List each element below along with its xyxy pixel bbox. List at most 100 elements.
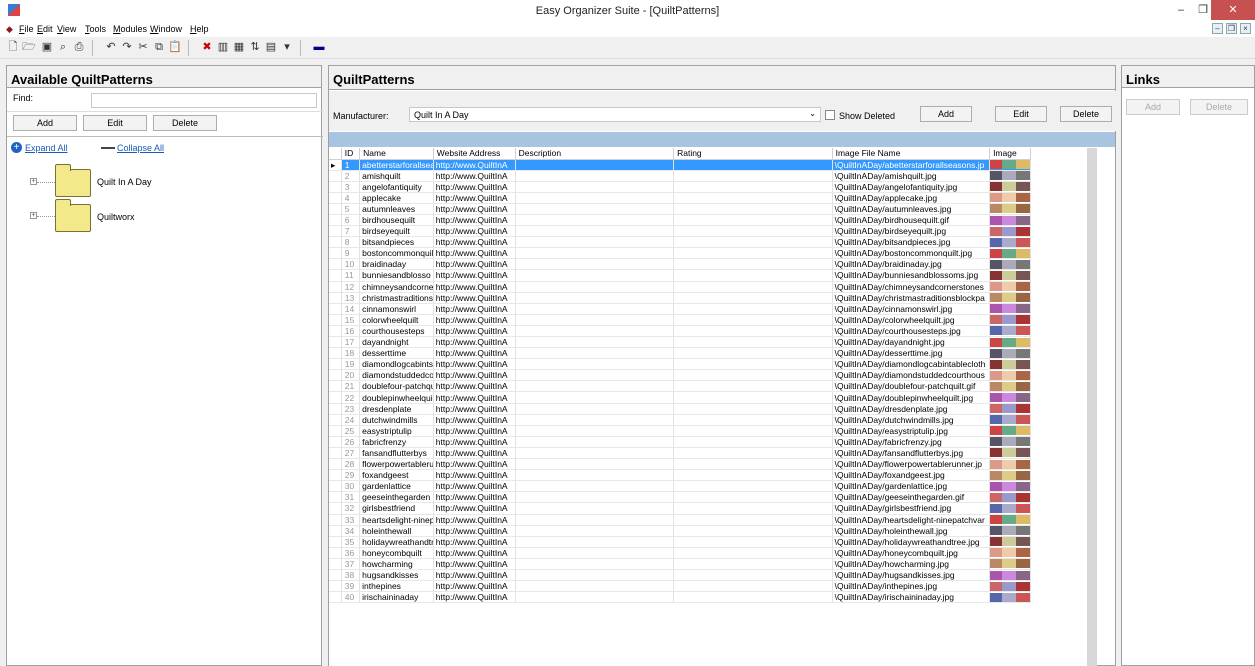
cell-image-file[interactable]: \QuiltInADay/diamondlogcabintablecloth <box>832 358 991 371</box>
cell-id[interactable]: 13 <box>341 292 361 304</box>
cell-name[interactable]: bunniesandblosso <box>359 269 434 282</box>
cell-website[interactable]: http://www.QuiltInA <box>433 325 516 338</box>
table-row[interactable]: 28 flowerpowertableru http://www.QuiltInA \… <box>329 458 1031 471</box>
cell-description[interactable] <box>515 380 675 393</box>
cell-image-file[interactable]: \QuiltInADay/bunniesandblossoms.jpg <box>832 269 991 282</box>
table-row[interactable]: 25 easystriptulip http://www.QuiltInA \Quil… <box>329 425 1031 437</box>
cell-description[interactable] <box>515 469 675 482</box>
cell-website[interactable]: http://www.QuiltInA <box>433 159 516 171</box>
cell-name[interactable]: fabricfrenzy <box>359 436 434 448</box>
left-edit-button[interactable]: Edit <box>83 115 147 131</box>
cell-image-file[interactable]: \QuiltInADay/geeseinthegarden.gif <box>832 491 991 504</box>
menu-view[interactable]: View <box>57 24 76 34</box>
cut-icon[interactable]: ✂ <box>136 40 150 54</box>
cell-id[interactable]: 25 <box>341 425 361 437</box>
cell-image-file[interactable]: \QuiltInADay/heartsdelight-ninepatchvar <box>832 514 991 526</box>
cell-image[interactable] <box>989 247 1031 260</box>
cell-rating[interactable] <box>673 414 833 426</box>
cell-name[interactable]: doublepinwheelquil <box>359 391 434 404</box>
cell-image-file[interactable]: \QuiltInADay/easystriptulip.jpg <box>832 425 991 437</box>
cell-rating[interactable] <box>673 258 833 271</box>
cell-image-file[interactable]: \QuiltInADay/bostoncommonquilt.jpg <box>832 247 991 260</box>
cell-website[interactable]: http://www.QuiltInA <box>433 591 516 604</box>
row-header[interactable] <box>329 425 342 437</box>
row-header[interactable] <box>329 281 342 293</box>
cell-image[interactable] <box>989 425 1031 437</box>
table-row[interactable]: 19 diamondlogcabints http://www.QuiltInA \Q… <box>329 358 1031 371</box>
cell-image[interactable] <box>989 480 1031 493</box>
cell-name[interactable]: amishquilt <box>359 170 434 182</box>
row-header[interactable] <box>329 580 342 593</box>
table-row[interactable]: 7 birdseyequilt http://www.QuiltInA \QuiltI… <box>329 225 1031 238</box>
cell-description[interactable] <box>515 580 675 593</box>
cell-image-file[interactable]: \QuiltInADay/doublefour-patchquilt.gif <box>832 380 991 393</box>
cell-image-file[interactable]: \QuiltInADay/cinnamonswirl.jpg <box>832 303 991 315</box>
cell-name[interactable]: desserttime <box>359 347 434 360</box>
cell-id[interactable]: 15 <box>341 314 361 326</box>
left-add-button[interactable]: Add <box>13 115 77 131</box>
cell-description[interactable] <box>515 247 675 260</box>
row-header[interactable] <box>329 181 342 193</box>
cell-name[interactable]: hugsandkisses <box>359 569 434 582</box>
cell-rating[interactable] <box>673 525 833 537</box>
cell-website[interactable]: http://www.QuiltInA <box>433 236 516 249</box>
menu-file[interactable]: File <box>19 24 34 34</box>
cell-image[interactable] <box>989 336 1031 349</box>
menu-modules[interactable]: Modules <box>113 24 147 34</box>
table-row[interactable]: 16 courthousesteps http://www.QuiltInA \Qui… <box>329 325 1031 338</box>
cell-image-file[interactable]: \QuiltInADay/dayandnight.jpg <box>832 336 991 349</box>
cell-rating[interactable] <box>673 225 833 238</box>
cell-image-file[interactable]: \QuiltInADay/dutchwindmills.jpg <box>832 414 991 426</box>
folder-icon[interactable] <box>55 199 91 232</box>
cell-rating[interactable] <box>673 325 833 338</box>
cell-image[interactable] <box>989 591 1031 604</box>
table-row[interactable]: 5 autumnleaves http://www.QuiltInA \QuiltIn… <box>329 203 1031 215</box>
cell-description[interactable] <box>515 502 675 515</box>
cell-id[interactable]: 33 <box>341 514 361 526</box>
table-row[interactable]: 40 irischaininaday http://www.QuiltInA \Qui… <box>329 591 1031 604</box>
row-header[interactable] <box>329 336 342 349</box>
cell-rating[interactable] <box>673 192 833 204</box>
cell-rating[interactable] <box>673 547 833 559</box>
cell-website[interactable]: http://www.QuiltInA <box>433 181 516 193</box>
table-row[interactable]: 21 doublefour-patchqu http://www.QuiltInA \… <box>329 380 1031 393</box>
cell-name[interactable]: applecake <box>359 192 434 204</box>
sort-icon[interactable]: ⇅ <box>248 40 262 54</box>
cell-image-file[interactable]: \QuiltInADay/dresdenplate.jpg <box>832 403 991 415</box>
cell-image-file[interactable]: \QuiltInADay/fabricfrenzy.jpg <box>832 436 991 448</box>
cell-image[interactable] <box>989 558 1031 570</box>
cell-website[interactable]: http://www.QuiltInA <box>433 514 516 526</box>
cell-description[interactable] <box>515 347 675 360</box>
center-add-button[interactable]: Add <box>920 106 972 122</box>
cell-name[interactable]: birdseyequilt <box>359 225 434 238</box>
col-image-file[interactable]: Image File Name <box>832 148 991 160</box>
cell-image[interactable] <box>989 192 1031 204</box>
cell-image-file[interactable]: \QuiltInADay/diamondstuddedcourthous <box>832 369 991 382</box>
cell-name[interactable]: geeseinthegarden <box>359 491 434 504</box>
save-icon[interactable]: ▣ <box>40 40 54 54</box>
cell-image[interactable] <box>989 347 1031 360</box>
cell-description[interactable] <box>515 547 675 559</box>
new-icon[interactable]: 🗋 <box>6 40 20 54</box>
cell-rating[interactable] <box>673 502 833 515</box>
cell-rating[interactable] <box>673 159 833 171</box>
cell-id[interactable]: 19 <box>341 358 361 371</box>
cell-website[interactable]: http://www.QuiltInA <box>433 469 516 482</box>
cell-image[interactable] <box>989 159 1031 171</box>
table-row[interactable]: 15 colorwheelquilt http://www.QuiltInA \Qui… <box>329 314 1031 326</box>
table-row[interactable]: 27 fansandflutterbys http://www.QuiltInA \Q… <box>329 447 1031 460</box>
cell-description[interactable] <box>515 292 675 304</box>
redo-icon[interactable]: ↷ <box>120 40 134 54</box>
cell-description[interactable] <box>515 414 675 426</box>
cell-rating[interactable] <box>673 214 833 227</box>
cell-description[interactable] <box>515 569 675 582</box>
cell-image[interactable] <box>989 580 1031 593</box>
row-header[interactable] <box>329 225 342 238</box>
cell-name[interactable]: autumnleaves <box>359 203 434 215</box>
cell-rating[interactable] <box>673 591 833 604</box>
cell-id[interactable]: 28 <box>341 458 361 471</box>
cell-website[interactable]: http://www.QuiltInA <box>433 447 516 460</box>
cell-name[interactable]: bitsandpieces <box>359 236 434 249</box>
table-row[interactable]: 23 dresdenplate http://www.QuiltInA \QuiltI… <box>329 403 1031 415</box>
cell-name[interactable]: christmastraditions <box>359 292 434 304</box>
